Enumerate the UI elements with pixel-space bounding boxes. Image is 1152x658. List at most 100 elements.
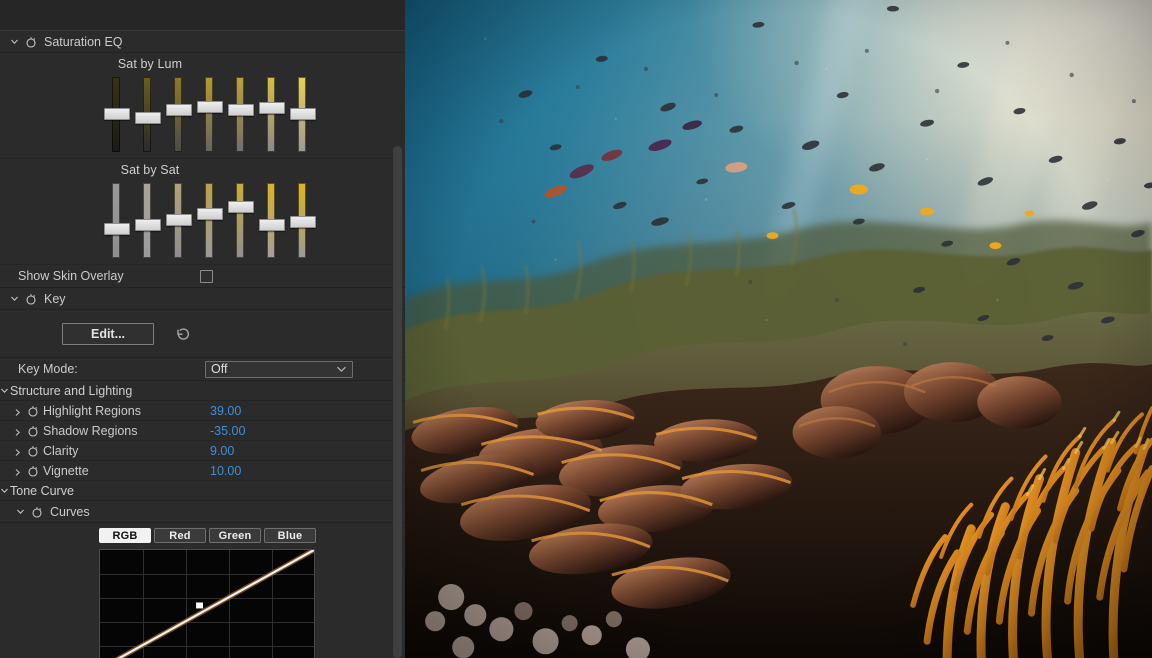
sat-by-lum-slider-4[interactable] <box>197 77 223 152</box>
slider-handle[interactable] <box>290 108 316 120</box>
sat-by-lum-slider-5[interactable] <box>228 77 254 152</box>
section-header-structure-and-lighting[interactable]: Structure and Lighting <box>0 381 405 401</box>
section-header-tone-curve[interactable]: Tone Curve <box>0 481 405 501</box>
sat-by-sat-slider-6[interactable] <box>259 183 285 258</box>
chevron-down-icon[interactable] <box>0 386 9 395</box>
sat-by-lum-slider-2[interactable] <box>135 77 161 152</box>
chevron-right-icon[interactable] <box>13 426 22 436</box>
section-title-tone-curve: Tone Curve <box>10 483 74 498</box>
chevron-right-icon[interactable] <box>13 466 22 476</box>
slider-handle[interactable] <box>228 103 254 116</box>
stopwatch-icon[interactable] <box>27 425 39 437</box>
curve-tab-rgb[interactable]: RGB <box>99 528 151 543</box>
panel-top-strip <box>0 0 405 31</box>
row-key-mode[interactable]: Key Mode: Off <box>0 358 405 381</box>
program-monitor[interactable] <box>405 0 1152 658</box>
sat-by-lum-title: Sat by Lum <box>117 57 183 71</box>
section-title-structure-and-lighting: Structure and Lighting <box>10 383 133 398</box>
slider-handle[interactable] <box>104 223 130 235</box>
section-header-saturation-eq[interactable]: Saturation EQ <box>0 31 405 53</box>
key-edit-area: Edit... <box>0 310 405 358</box>
chevron-right-icon[interactable] <box>13 406 22 416</box>
tone-curve-graph[interactable] <box>99 549 315 658</box>
slider-handle[interactable] <box>135 111 161 124</box>
sat-by-sat-slider-4[interactable] <box>197 183 223 258</box>
section-header-key[interactable]: Key <box>0 288 405 310</box>
panel-scrollbar[interactable] <box>393 0 402 658</box>
slider-track <box>236 183 244 258</box>
sat-by-lum-slider-3[interactable] <box>166 77 192 152</box>
slider-handle[interactable] <box>166 214 192 226</box>
sat-by-sat-slider-5[interactable] <box>228 183 254 258</box>
param-row-highlight-regions[interactable]: Highlight Regions 39.00 <box>0 401 405 421</box>
effect-controls-screen: Saturation EQ Sat by Lum Sat by Sat Show… <box>0 0 1152 658</box>
slider-track <box>267 77 275 152</box>
stopwatch-icon[interactable] <box>27 405 39 417</box>
curve-tab-blue[interactable]: Blue <box>264 528 316 543</box>
key-mode-select[interactable]: Off <box>205 360 353 378</box>
stopwatch-icon[interactable] <box>25 36 37 48</box>
chevron-down-icon <box>336 362 347 376</box>
param-label: Vignette <box>43 463 89 478</box>
slider-handle[interactable] <box>197 100 223 113</box>
slider-handle[interactable] <box>290 215 316 228</box>
curves-editor: RGB Red Green Blue <box>0 523 405 658</box>
sat-by-lum-sliders[interactable] <box>0 77 405 152</box>
sat-by-sat-slider-7[interactable] <box>290 183 316 258</box>
stopwatch-icon[interactable] <box>31 506 43 518</box>
section-title-key: Key <box>44 291 66 306</box>
stopwatch-icon[interactable] <box>25 293 37 305</box>
sat-by-sat-slider-3[interactable] <box>166 183 192 258</box>
effect-controls-panel: Saturation EQ Sat by Lum Sat by Sat Show… <box>0 0 405 658</box>
sat-by-lum-slider-1[interactable] <box>104 77 130 152</box>
stopwatch-icon[interactable] <box>27 465 39 477</box>
slider-handle[interactable] <box>259 102 285 114</box>
param-label: Clarity <box>43 443 79 458</box>
sat-by-lum-slider-6[interactable] <box>259 77 285 152</box>
slider-track <box>205 77 213 152</box>
label-key-mode: Key Mode: <box>18 362 78 376</box>
param-row-shadow-regions[interactable]: Shadow Regions -35.00 <box>0 421 405 441</box>
label-show-skin-overlay: Show Skin Overlay <box>18 269 124 283</box>
scrollbar-thumb[interactable] <box>393 146 402 658</box>
chevron-down-icon[interactable] <box>0 486 9 495</box>
slider-handle[interactable] <box>228 200 254 213</box>
checkbox-show-skin-overlay[interactable] <box>200 269 213 283</box>
slider-handle[interactable] <box>259 219 285 232</box>
stopwatch-icon[interactable] <box>27 445 39 457</box>
section-title-saturation-eq: Saturation EQ <box>44 34 123 49</box>
section-title-curves: Curves <box>50 504 90 519</box>
curve-tab-red[interactable]: Red <box>154 528 206 543</box>
param-value[interactable]: -35.00 <box>210 424 245 438</box>
key-mode-value: Off <box>211 362 228 376</box>
param-value[interactable]: 9.00 <box>210 444 234 458</box>
sat-by-sat-slider-1[interactable] <box>104 183 130 258</box>
param-value[interactable]: 39.00 <box>210 404 241 418</box>
curve-control-point[interactable] <box>100 550 314 658</box>
row-show-skin-overlay[interactable]: Show Skin Overlay <box>0 265 405 288</box>
param-value[interactable]: 10.00 <box>210 464 241 478</box>
param-row-vignette[interactable]: Vignette 10.00 <box>0 461 405 481</box>
sat-by-lum-group: Sat by Lum <box>0 53 405 159</box>
structure-parameter-list: Highlight Regions 39.00 Shadow Regions -35.… <box>0 401 405 481</box>
chevron-down-icon[interactable] <box>10 294 19 303</box>
chevron-down-icon[interactable] <box>10 37 19 46</box>
slider-handle[interactable] <box>197 208 223 220</box>
sat-by-sat-group: Sat by Sat <box>0 159 405 265</box>
slider-handle[interactable] <box>104 108 130 120</box>
slider-handle[interactable] <box>166 103 192 116</box>
curve-tab-green[interactable]: Green <box>209 528 261 543</box>
chevron-down-icon[interactable] <box>16 507 25 516</box>
slider-track <box>112 183 120 258</box>
sat-by-lum-slider-7[interactable] <box>290 77 316 152</box>
slider-handle[interactable] <box>135 219 161 232</box>
reset-icon[interactable] <box>174 325 192 343</box>
sat-by-sat-title: Sat by Sat <box>120 163 180 177</box>
sat-by-sat-sliders[interactable] <box>0 183 405 258</box>
curve-channel-tabs[interactable]: RGB Red Green Blue <box>0 528 405 543</box>
param-row-clarity[interactable]: Clarity 9.00 <box>0 441 405 461</box>
chevron-right-icon[interactable] <box>13 446 22 456</box>
edit-button[interactable]: Edit... <box>62 322 154 345</box>
section-header-curves[interactable]: Curves <box>0 501 405 523</box>
sat-by-sat-slider-2[interactable] <box>135 183 161 258</box>
